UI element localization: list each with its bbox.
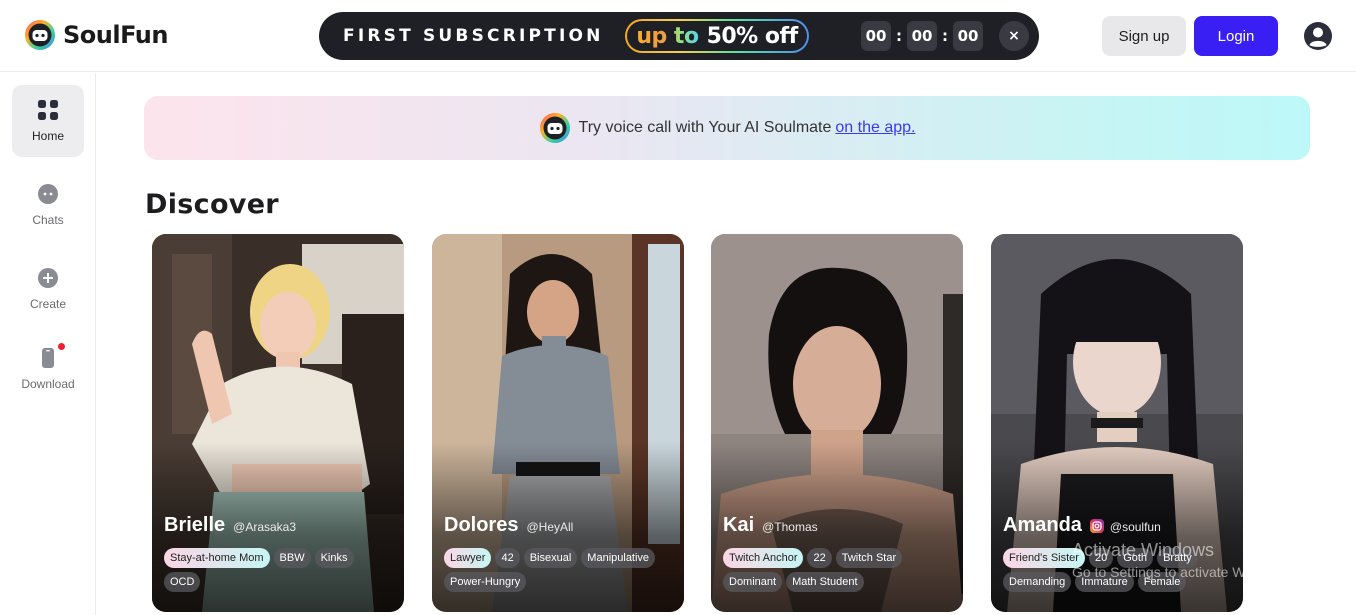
character-name: Brielle: [164, 514, 226, 536]
tag: OCD: [164, 572, 201, 592]
plus-icon: [38, 268, 58, 288]
user-circle-icon[interactable]: [1303, 21, 1333, 51]
character-card-amanda[interactable]: Amanda @soulfun Friend's Sister 20 Goth …: [991, 234, 1243, 612]
sidebar-item-label: Create: [29, 297, 67, 311]
character-name: Amanda: [1003, 514, 1082, 536]
banner-text: Try voice call with Your AI Soulmate: [578, 119, 832, 136]
tag-list: Stay-at-home Mom BBW Kinks OCD: [164, 548, 396, 596]
grid-icon: [38, 100, 58, 120]
character-info: Dolores @HeyAll Lawyer 42 Bisexual Manip…: [444, 514, 676, 596]
tag: Friend's Sister: [1003, 548, 1085, 568]
signup-button[interactable]: Sign up: [1102, 16, 1186, 56]
sidebar-item-label: Download: [21, 377, 75, 391]
discount-pill: up to 50% off: [625, 19, 809, 53]
tag: Female: [1137, 572, 1187, 592]
soulfun-logo-icon: [25, 20, 55, 50]
sidebar-item-chats[interactable]: Chats: [12, 169, 84, 241]
tag: Twitch Star: [835, 548, 903, 568]
tag: Bratty: [1157, 548, 1198, 568]
tag: 20: [1088, 548, 1114, 568]
brand-name: SoulFun: [63, 21, 168, 49]
character-info: Kai @Thomas Twitch Anchor 22 Twitch Star…: [723, 514, 955, 596]
character-card-kai[interactable]: Kai @Thomas Twitch Anchor 22 Twitch Star…: [711, 234, 963, 612]
discount-value: 50% off: [706, 23, 799, 49]
timer-minutes: 00: [907, 21, 937, 51]
tag: Immature: [1075, 572, 1134, 592]
tag-list: Friend's Sister 20 Goth Bratty Demanding…: [1003, 548, 1235, 596]
top-bar: SoulFun FIRST SUBSCRIPTION up to 50% off…: [0, 0, 1356, 72]
tag: Power-Hungry: [444, 572, 527, 592]
tag: Dominant: [723, 572, 783, 592]
character-name: Kai: [723, 514, 755, 536]
creator-handle[interactable]: @Arasaka3: [233, 520, 296, 534]
sidebar-item-home[interactable]: Home: [12, 85, 84, 157]
tag: Stay-at-home Mom: [164, 548, 270, 568]
character-info: Amanda @soulfun Friend's Sister 20 Goth …: [1003, 514, 1235, 596]
discover-heading: Discover: [145, 189, 279, 220]
app-link[interactable]: on the app.: [835, 119, 915, 137]
discount-upto: up to: [636, 23, 699, 49]
countdown-timer: 00 : 00 : 00: [861, 21, 983, 51]
instagram-icon[interactable]: [1089, 518, 1104, 533]
tag: Manipulative: [581, 548, 656, 568]
tag: Math Student: [786, 572, 864, 592]
promo-title: FIRST SUBSCRIPTION: [343, 26, 604, 46]
character-card-brielle[interactable]: Brielle @Arasaka3 Stay-at-home Mom BBW K…: [152, 234, 404, 612]
timer-hours: 00: [861, 21, 891, 51]
sidebar-item-label: Home: [31, 129, 64, 143]
promo-close-button[interactable]: ×: [999, 21, 1029, 51]
soulfun-app-icon: [539, 113, 570, 143]
character-name: Dolores: [444, 514, 519, 536]
tag: 22: [807, 548, 832, 568]
character-info: Brielle @Arasaka3 Stay-at-home Mom BBW K…: [164, 514, 396, 596]
tag: Bisexual: [523, 548, 578, 568]
tag-list: Lawyer 42 Bisexual Manipulative Power-Hu…: [444, 548, 676, 596]
tag: Demanding: [1003, 572, 1072, 592]
phone-icon: [42, 348, 54, 368]
chat-icon: [38, 184, 58, 204]
brand-logo[interactable]: SoulFun: [24, 19, 168, 51]
tag: 42: [495, 548, 520, 568]
voice-call-banner: Try voice call with Your AI Soulmate on …: [144, 96, 1310, 160]
sidebar-item-label: Chats: [32, 213, 64, 227]
subscription-promo-banner[interactable]: FIRST SUBSCRIPTION up to 50% off 00 : 00…: [319, 12, 1039, 60]
sidebar-item-download[interactable]: Download: [12, 333, 84, 405]
tag: Lawyer: [444, 548, 492, 568]
character-card-dolores[interactable]: Dolores @HeyAll Lawyer 42 Bisexual Manip…: [432, 234, 684, 612]
timer-seconds: 00: [953, 21, 983, 51]
tag: Goth: [1117, 548, 1154, 568]
creator-handle[interactable]: @Thomas: [762, 520, 818, 534]
tag-list: Twitch Anchor 22 Twitch Star Dominant Ma…: [723, 548, 955, 596]
tag: Twitch Anchor: [723, 548, 804, 568]
login-button[interactable]: Login: [1194, 16, 1278, 56]
creator-handle[interactable]: @HeyAll: [526, 520, 573, 534]
tag: Kinks: [314, 548, 354, 568]
close-icon: ×: [1008, 28, 1020, 44]
creator-handle[interactable]: @soulfun: [1110, 520, 1161, 534]
sidebar: Home Chats Create Download: [0, 73, 96, 615]
sidebar-item-create[interactable]: Create: [12, 253, 84, 325]
notification-dot: [58, 343, 65, 350]
tag: BBW: [273, 548, 311, 568]
